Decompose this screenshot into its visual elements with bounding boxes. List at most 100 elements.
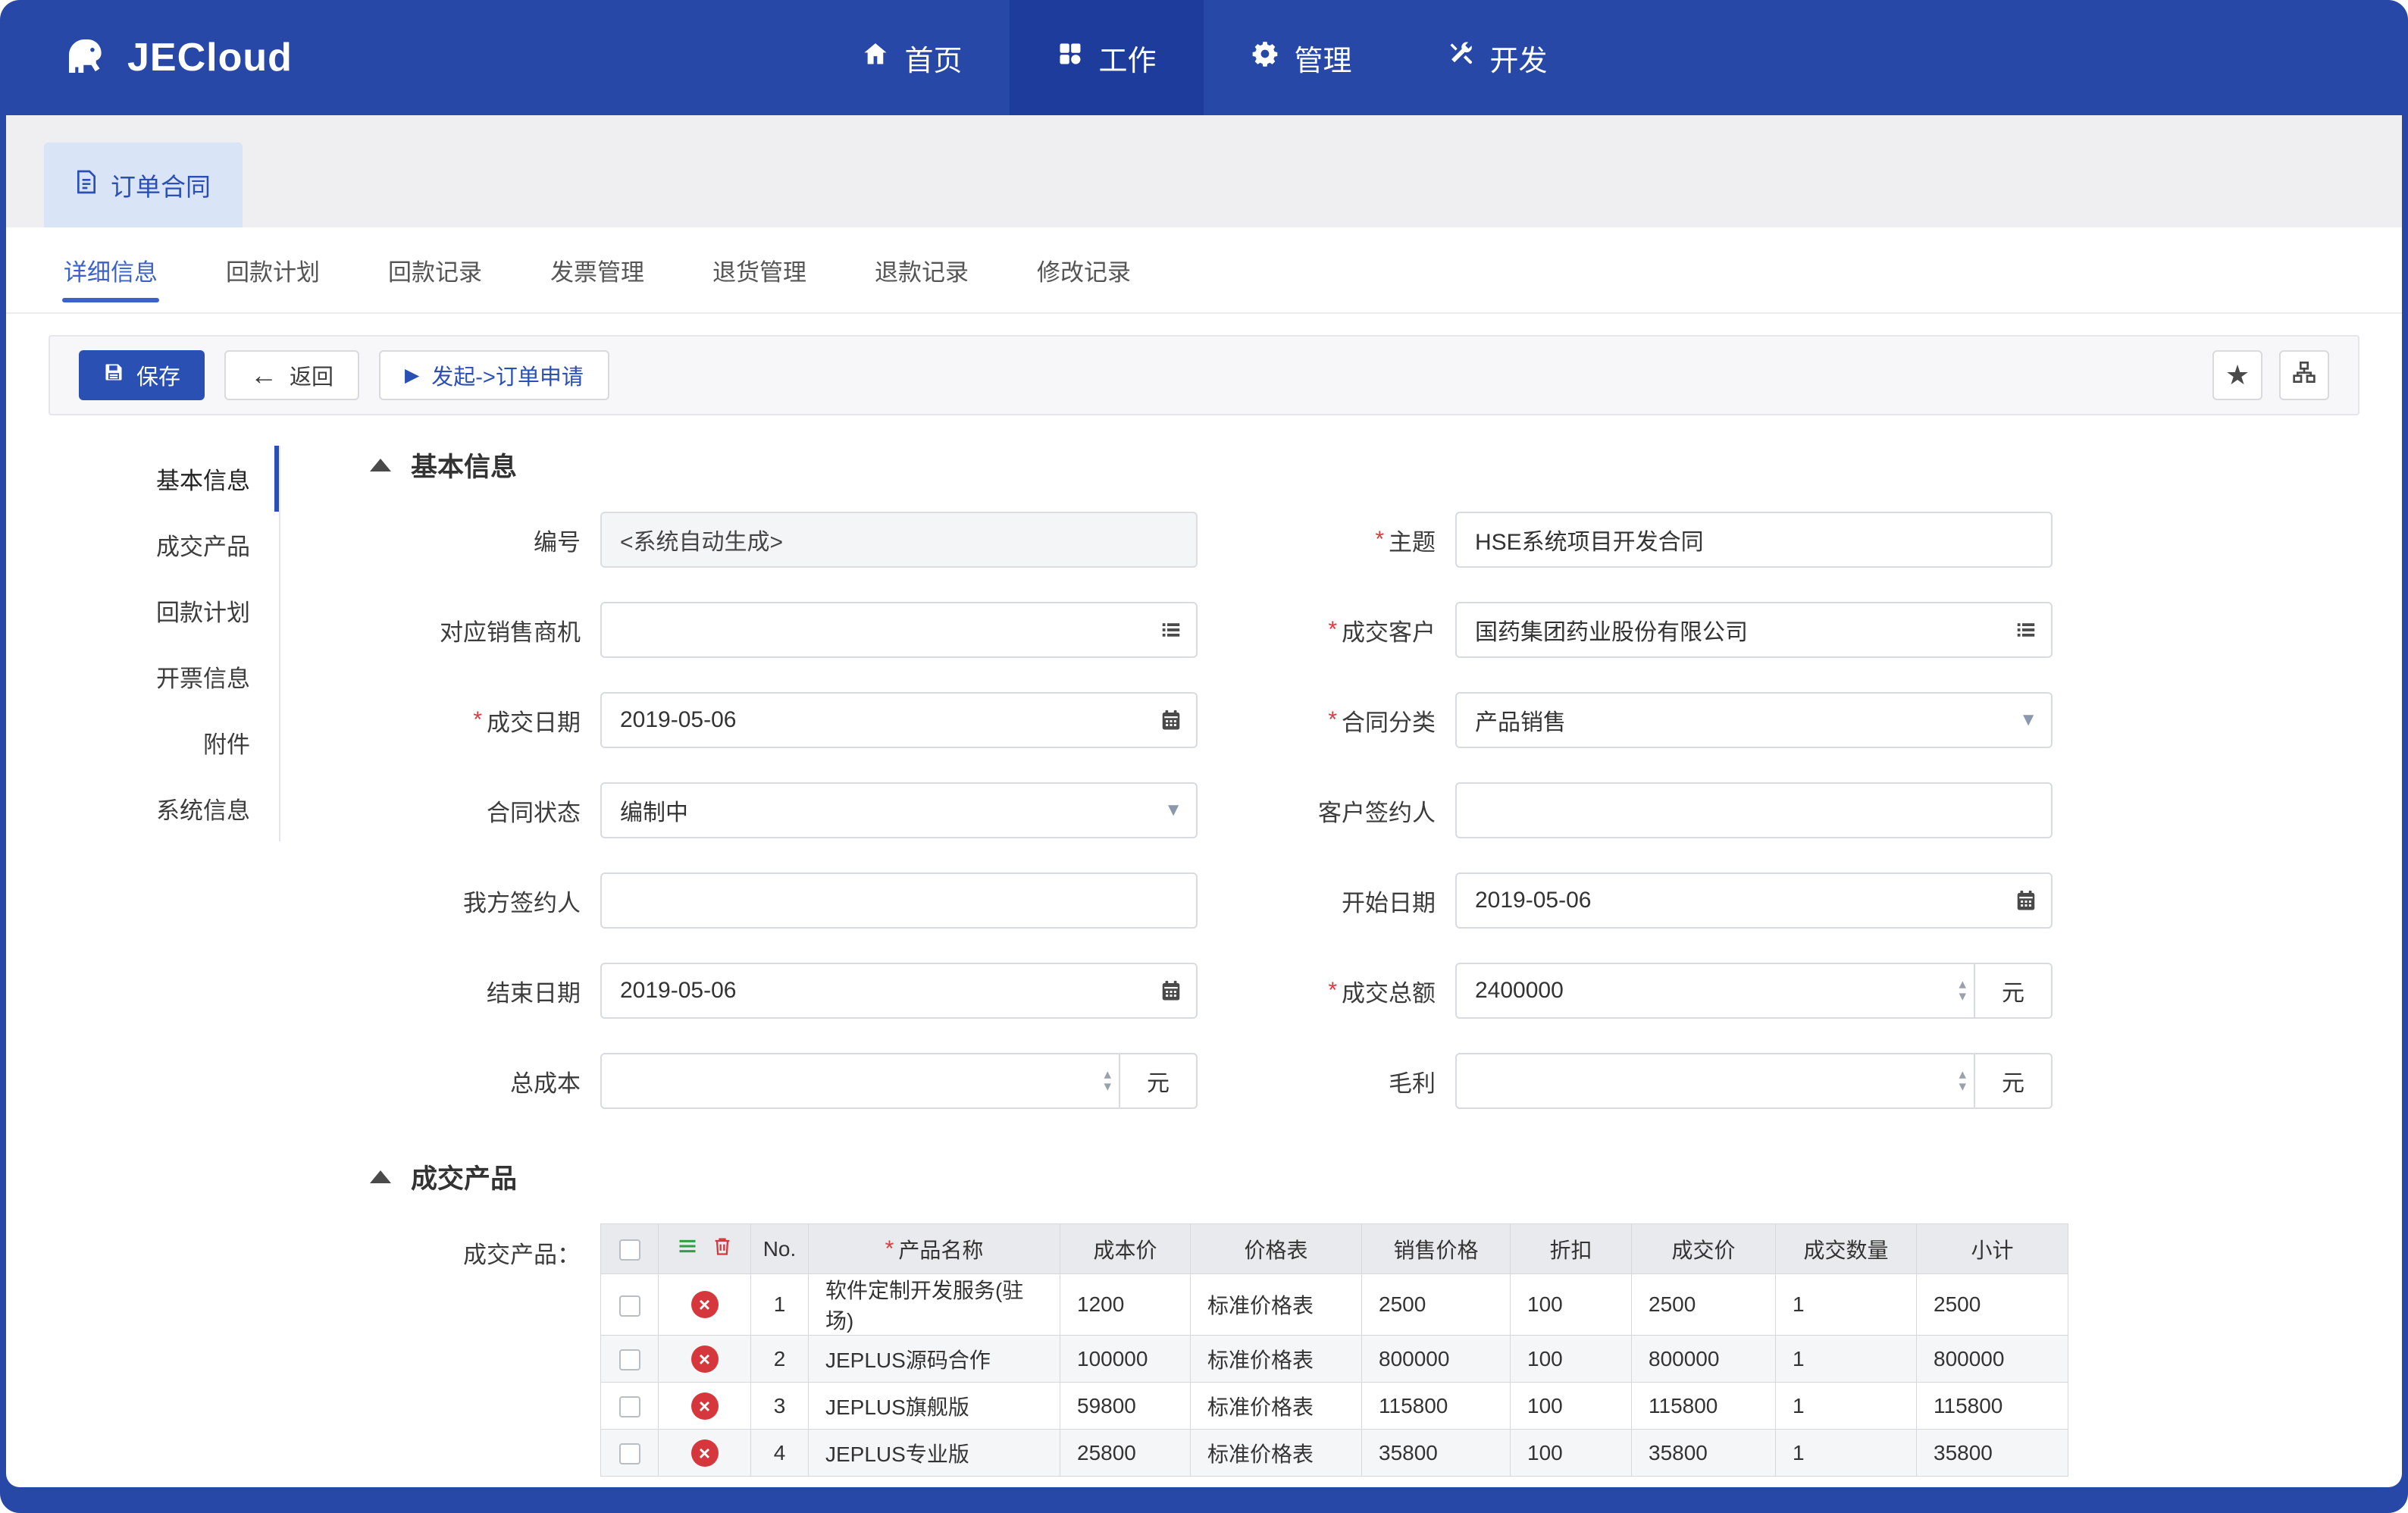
back-button[interactable]: ← 返回 [224, 350, 360, 400]
delete-row-button[interactable]: × [690, 1439, 719, 1467]
cell-cost: 1200 [1060, 1273, 1191, 1336]
anchor-attachments[interactable]: 附件 [6, 710, 279, 775]
status-select[interactable] [600, 782, 1198, 838]
cell-subtotal: 115800 [1916, 1382, 2068, 1430]
chevron-down-icon[interactable]: ▼ [2019, 710, 2037, 731]
page-body: 订单合同 详细信息 回款计划 回款记录 发票管理 退货管理 退款记录 修改记录 … [6, 115, 2402, 1487]
spinner-down-icon[interactable]: ▾ [1959, 1079, 1966, 1094]
list-picker-icon[interactable] [1160, 619, 1182, 641]
tab-order-contract[interactable]: 订单合同 [44, 143, 243, 227]
subtab-return-manage[interactable]: 退货管理 [711, 232, 808, 309]
row-checkbox[interactable] [618, 1443, 640, 1465]
delete-row-button[interactable]: × [690, 1291, 719, 1318]
select-all-checkbox[interactable] [618, 1239, 640, 1261]
list-picker-icon[interactable] [2015, 619, 2037, 641]
field-label: 合同分类 [1342, 709, 1436, 736]
delete-row-button[interactable]: × [690, 1345, 719, 1373]
total-cost-input[interactable] [600, 1053, 1120, 1109]
save-button[interactable]: 保存 [79, 350, 205, 400]
end-date-input[interactable] [600, 963, 1198, 1019]
nav-item-develop[interactable]: 开发 [1399, 0, 1595, 115]
subtab-refund-record[interactable]: 退款记录 [873, 232, 970, 309]
subtab-detail-info[interactable]: 详细信息 [62, 232, 159, 309]
customer-signer-input[interactable] [1455, 782, 2053, 838]
number-spinner: ▴ ▾ [1959, 1067, 1966, 1094]
subtab-bar: 详细信息 回款计划 回款记录 发票管理 退货管理 退款记录 修改记录 [6, 227, 2402, 314]
field-label: 结束日期 [487, 979, 581, 1007]
currency-suffix: 元 [1975, 963, 2053, 1019]
back-label: 返回 [290, 365, 334, 390]
col-header-qty: 成交数量 [1775, 1223, 1917, 1274]
subject-input[interactable] [1455, 512, 2053, 568]
anchor-basic-info[interactable]: 基本信息 [6, 446, 279, 512]
delete-row-button[interactable]: × [690, 1392, 719, 1420]
cell-no: 2 [750, 1335, 809, 1383]
nav-item-home[interactable]: 首页 [813, 0, 1009, 115]
cell-price-list: 标准价格表 [1190, 1382, 1362, 1430]
number-spinner: ▴ ▾ [1959, 977, 1966, 1004]
total-amount-input[interactable] [1455, 963, 1975, 1019]
cell-discount: 100 [1510, 1335, 1632, 1383]
subtab-payment-plan[interactable]: 回款计划 [224, 232, 321, 309]
calendar-icon[interactable] [1160, 709, 1182, 731]
cell-deal-price: 115800 [1631, 1382, 1776, 1430]
deal-products-field: 成交产品： No. * 产品名称 成本价 价格表 销售价格 折扣 成交价 成交数… [350, 1223, 2402, 1477]
form-column: 基本信息 编号 *主题 [280, 446, 2402, 1487]
cell-deal-price: 35800 [1631, 1429, 1776, 1477]
nav-item-manage[interactable]: 管理 [1204, 0, 1399, 115]
start-date-input[interactable] [1455, 872, 2053, 929]
add-row-list-icon[interactable] [677, 1236, 698, 1257]
row-checkbox[interactable] [618, 1295, 640, 1317]
anchor-deal-products[interactable]: 成交产品 [6, 512, 279, 578]
cell-cost: 59800 [1060, 1382, 1191, 1430]
anchor-invoice-info[interactable]: 开票信息 [6, 644, 279, 710]
anchor-system-info[interactable]: 系统信息 [6, 775, 279, 841]
gross-profit-input[interactable] [1455, 1053, 1975, 1109]
subtab-payment-record[interactable]: 回款记录 [387, 232, 484, 309]
launch-order-request-button[interactable]: ▶ 发起->订单申请 [379, 350, 609, 400]
jecloud-elephant-logo-icon [61, 31, 111, 85]
delete-rows-trash-icon[interactable] [712, 1236, 733, 1257]
required-asterisk: * [1328, 978, 1337, 1003]
subtab-modify-record[interactable]: 修改记录 [1035, 232, 1132, 309]
cell-cost: 25800 [1060, 1429, 1191, 1477]
cell-deal-price: 800000 [1631, 1335, 1776, 1383]
anchor-nav: 基本信息 成交产品 回款计划 开票信息 附件 系统信息 [6, 446, 280, 1487]
cell-subtotal: 800000 [1916, 1335, 2068, 1383]
our-signer-input[interactable] [600, 872, 1198, 929]
cell-product-name: JEPLUS旗舰版 [808, 1382, 1060, 1430]
calendar-icon[interactable] [1160, 979, 1182, 1002]
favorite-button[interactable]: ★ [2212, 350, 2262, 400]
chevron-down-icon[interactable]: ▼ [1164, 800, 1182, 821]
category-select[interactable] [1455, 692, 2053, 748]
row-checkbox[interactable] [618, 1396, 640, 1418]
subtab-invoice-manage[interactable]: 发票管理 [549, 232, 646, 309]
anchor-payment-plan[interactable]: 回款计划 [6, 578, 279, 644]
field-label: 我方签约人 [463, 889, 581, 916]
spinner-down-icon[interactable]: ▾ [1104, 1079, 1111, 1094]
nav-item-work[interactable]: 工作 [1009, 0, 1204, 115]
cell-qty: 1 [1775, 1429, 1917, 1477]
cell-no: 4 [750, 1429, 809, 1477]
cell-price-list: 标准价格表 [1190, 1335, 1362, 1383]
spinner-down-icon[interactable]: ▾ [1959, 989, 1966, 1004]
nav-item-label: 工作 [1098, 45, 1157, 77]
row-checkbox[interactable] [618, 1349, 640, 1371]
required-asterisk: * [473, 707, 482, 732]
section-header-deal-products[interactable]: 成交产品 [370, 1157, 2402, 1196]
currency-suffix: 元 [1120, 1053, 1198, 1109]
section-header-basic-info[interactable]: 基本信息 [370, 446, 2402, 484]
home-icon [860, 39, 889, 76]
flow-diagram-button[interactable] [2279, 350, 2329, 400]
top-nav: JECloud 首页 工作 管理 开发 [0, 0, 2408, 115]
customer-input[interactable] [1455, 602, 2053, 658]
col-header-subtotal: 小计 [1916, 1223, 2068, 1274]
field-label: 合同状态 [487, 799, 581, 826]
opportunity-input[interactable] [600, 602, 1198, 658]
col-header-deal-price: 成交价 [1631, 1223, 1776, 1274]
deal-date-input[interactable] [600, 692, 1198, 748]
cell-price-list: 标准价格表 [1190, 1429, 1362, 1477]
calendar-icon[interactable] [2015, 889, 2037, 912]
serial-input [600, 512, 1198, 568]
required-asterisk: * [1328, 617, 1337, 642]
